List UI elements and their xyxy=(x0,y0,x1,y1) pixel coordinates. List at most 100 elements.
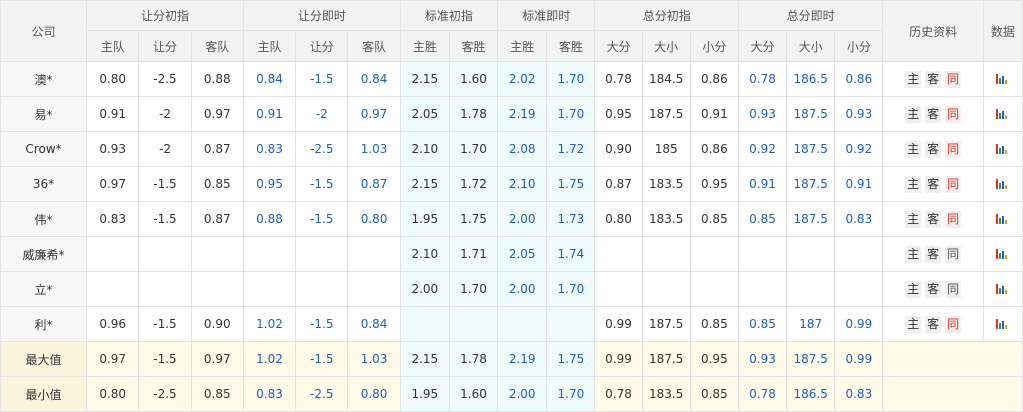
away-button[interactable]: 客 xyxy=(925,105,942,123)
odds-cell: 1.02 xyxy=(242,306,297,342)
table-row: 利* 0.96 -1.5 0.90 1.02 -1.5 0.84 0.99 187.5 0.85 0… xyxy=(0,306,1023,342)
odds-cell: -1.5 xyxy=(138,201,192,237)
odds-cell: 0.85 xyxy=(737,201,788,237)
odds-cell: 0.86 xyxy=(689,131,739,167)
odds-cell xyxy=(295,236,349,272)
home-button[interactable]: 主 xyxy=(905,280,922,298)
odds-cell: 1.03 xyxy=(347,131,401,167)
odds-cell: 0.80 xyxy=(594,201,643,237)
home-button[interactable]: 主 xyxy=(905,140,922,158)
away-button[interactable]: 客 xyxy=(925,70,942,88)
odds-cell: 1.60 xyxy=(448,376,499,412)
same-button[interactable]: 同 xyxy=(945,70,962,88)
company-name: 立* xyxy=(0,271,88,307)
odds-cell: 0.92 xyxy=(834,131,884,167)
bar-chart-icon[interactable] xyxy=(995,72,1010,84)
data-cell xyxy=(982,306,1023,342)
odds-cell: 0.93 xyxy=(86,131,140,167)
odds-cell xyxy=(641,236,691,272)
history-cell: 主客同 xyxy=(882,201,984,237)
away-button[interactable]: 客 xyxy=(925,175,942,193)
bar-chart-icon[interactable] xyxy=(995,212,1010,224)
home-button[interactable]: 主 xyxy=(905,315,922,333)
away-button[interactable]: 客 xyxy=(925,315,942,333)
bar-chart-icon[interactable] xyxy=(995,282,1010,294)
company-name: 澳* xyxy=(0,61,88,97)
same-button[interactable]: 同 xyxy=(945,280,962,298)
odds-cell: 2.10 xyxy=(399,131,450,167)
col-company: 公司 xyxy=(0,0,88,62)
odds-cell: 0.86 xyxy=(834,61,884,97)
odds-cell: 0.96 xyxy=(86,306,140,342)
subheader-12: 小分 xyxy=(689,30,739,62)
away-button[interactable]: 客 xyxy=(925,210,942,228)
table-row: 立* 2.00 1.70 2.00 1.70 主客同 xyxy=(0,271,1023,307)
odds-cell: 187.5 xyxy=(786,96,836,132)
data-cell xyxy=(982,96,1023,132)
odds-cell: 0.93 xyxy=(737,341,788,377)
same-button[interactable]: 同 xyxy=(945,315,962,333)
odds-cell xyxy=(594,271,643,307)
away-button[interactable]: 客 xyxy=(925,280,942,298)
odds-cell: 1.74 xyxy=(546,236,596,272)
odds-cell: 0.99 xyxy=(594,341,643,377)
away-button[interactable]: 客 xyxy=(925,245,942,263)
odds-cell: -1.5 xyxy=(138,166,192,202)
odds-cell: 0.87 xyxy=(347,166,401,202)
bar-chart-icon[interactable] xyxy=(995,317,1010,329)
odds-cell: -1.5 xyxy=(138,306,192,342)
odds-cell: 1.73 xyxy=(546,201,596,237)
odds-cell: 1.75 xyxy=(546,166,596,202)
home-button[interactable]: 主 xyxy=(905,70,922,88)
odds-cell: 2.08 xyxy=(497,131,548,167)
odds-cell xyxy=(347,236,401,272)
group-handicap-live: 让分即时 xyxy=(242,0,401,31)
odds-cell: 0.91 xyxy=(737,166,788,202)
company-name: 易* xyxy=(0,96,88,132)
odds-cell xyxy=(737,271,788,307)
odds-cell: 1.70 xyxy=(546,96,596,132)
table-row: 威廉希* 2.10 1.71 2.05 1.74 主客同 xyxy=(0,236,1023,272)
odds-cell: 0.87 xyxy=(190,201,244,237)
same-button[interactable]: 同 xyxy=(945,105,962,123)
bar-chart-icon[interactable] xyxy=(995,107,1010,119)
odds-cell: 0.88 xyxy=(190,61,244,97)
history-cell: 主客同 xyxy=(882,131,984,167)
odds-cell: 0.83 xyxy=(834,376,884,412)
subheader-5: 客队 xyxy=(347,30,401,62)
odds-cell: -2.5 xyxy=(138,376,192,412)
odds-cell: 0.80 xyxy=(86,61,140,97)
odds-cell: 0.99 xyxy=(834,306,884,342)
home-button[interactable]: 主 xyxy=(905,210,922,228)
group-total-initial: 总分初指 xyxy=(594,0,739,31)
bar-chart-icon[interactable] xyxy=(995,247,1010,259)
odds-cell: 1.78 xyxy=(448,96,499,132)
away-button[interactable]: 客 xyxy=(925,140,942,158)
home-button[interactable]: 主 xyxy=(905,175,922,193)
bar-chart-icon[interactable] xyxy=(995,177,1010,189)
odds-cell: 0.85 xyxy=(737,306,788,342)
home-button[interactable]: 主 xyxy=(905,105,922,123)
odds-cell: 0.80 xyxy=(86,376,140,412)
odds-cell xyxy=(546,306,596,342)
same-button[interactable]: 同 xyxy=(945,210,962,228)
odds-cell xyxy=(448,306,499,342)
bar-chart-icon[interactable] xyxy=(995,142,1010,154)
company-name: 36* xyxy=(0,166,88,202)
same-button[interactable]: 同 xyxy=(945,175,962,193)
subheader-13: 大分 xyxy=(737,30,788,62)
data-cell xyxy=(982,271,1023,307)
home-button[interactable]: 主 xyxy=(905,245,922,263)
subheader-0: 主队 xyxy=(86,30,140,62)
same-button[interactable]: 同 xyxy=(945,140,962,158)
table-row: 澳* 0.80 -2.5 0.88 0.84 -1.5 0.84 2.15 1.60 2.02 1.… xyxy=(0,61,1023,97)
odds-cell: 0.83 xyxy=(242,376,297,412)
odds-cell: 0.90 xyxy=(190,306,244,342)
same-button[interactable]: 同 xyxy=(945,245,962,263)
odds-cell: 0.95 xyxy=(242,166,297,202)
odds-cell: 0.91 xyxy=(689,96,739,132)
odds-cell: 0.78 xyxy=(594,61,643,97)
odds-cell: 187 xyxy=(786,306,836,342)
odds-cell: 187.5 xyxy=(786,166,836,202)
table-row: 36* 0.97 -1.5 0.85 0.95 -1.5 0.87 2.15 1.72 2.10 1… xyxy=(0,166,1023,202)
